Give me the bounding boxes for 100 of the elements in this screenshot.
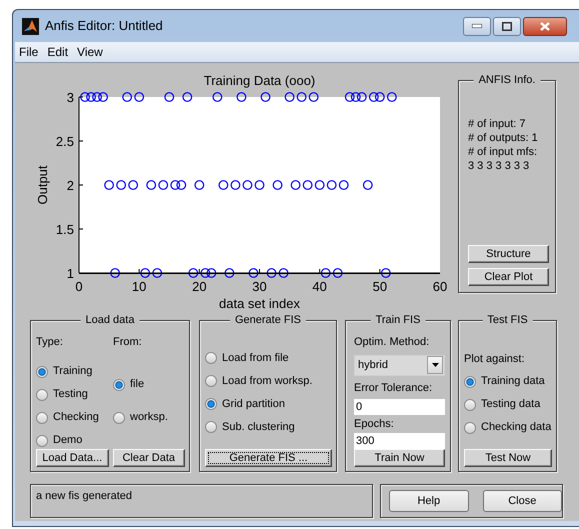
info-line: # of input mfs: [468, 145, 538, 159]
tick-mark [379, 268, 380, 274]
maximize-icon [502, 22, 512, 30]
data-point [386, 92, 397, 102]
data-point [110, 268, 120, 278]
data-point [116, 180, 126, 190]
radio-button[interactable] [464, 398, 476, 410]
data-point [98, 92, 108, 102]
data-point [212, 92, 222, 102]
clear-plot-button[interactable]: Clear Plot [468, 268, 549, 286]
radio-label[interactable]: Grid partition [222, 396, 285, 412]
data-point [308, 92, 319, 102]
tick-mark [138, 268, 140, 274]
data-point [320, 268, 331, 278]
axis-label: Output [35, 165, 50, 205]
clear-data-button[interactable]: Clear Data [112, 449, 185, 467]
field-label: Plot against: [464, 352, 526, 367]
data-point [176, 180, 186, 190]
data-point [374, 92, 385, 102]
generate-fis-button[interactable]: Generate FIS ... [205, 449, 332, 467]
load-data-button[interactable]: Load Data... [36, 449, 108, 467]
radio-label[interactable]: Training [53, 363, 92, 380]
tick-mark [259, 268, 260, 274]
data-point [248, 268, 258, 278]
data-point [272, 180, 282, 190]
data-point [284, 92, 294, 102]
tick-label: 0 [75, 279, 83, 294]
train-now-button[interactable]: Train Now [354, 449, 445, 468]
minimize-button[interactable] [463, 16, 491, 36]
minimize-icon [472, 24, 482, 28]
tick-label: 20 [192, 279, 207, 294]
menu-item[interactable]: File [19, 43, 38, 61]
tick-mark [319, 268, 320, 274]
field-label: Type: [36, 335, 64, 350]
radio-button[interactable] [205, 375, 217, 387]
menu-item[interactable]: Edit [47, 43, 68, 61]
window-title: Anfis Editor: Untitled [45, 17, 163, 36]
radio-label[interactable]: Checking data [481, 419, 552, 436]
data-point [92, 92, 102, 102]
field-label: Error Tolerance: [354, 381, 434, 396]
data-point [254, 180, 264, 190]
data-point [170, 180, 180, 190]
close-button[interactable]: Close [482, 490, 562, 512]
tick-label: 1.5 [56, 222, 74, 237]
radio-button[interactable] [464, 376, 476, 388]
radio-label[interactable]: file [130, 376, 144, 393]
radio-label[interactable]: Testing [53, 386, 88, 403]
close-button[interactable] [523, 16, 567, 36]
radio-label[interactable]: Demo [53, 432, 82, 449]
data-point [260, 92, 270, 102]
field-label: Optim. Method: [354, 335, 430, 350]
info-line: 3 3 3 3 3 3 3 [468, 159, 530, 173]
maximize-button[interactable] [493, 16, 521, 36]
radio-button[interactable] [205, 352, 217, 364]
info-line: # of input: 7 [468, 117, 526, 131]
menu-item[interactable]: View [77, 43, 103, 61]
help-button[interactable]: Help [389, 490, 468, 512]
data-point [146, 180, 156, 190]
radio-label[interactable]: Checking [53, 409, 99, 426]
data-point [380, 268, 391, 278]
tick-label: 3 [66, 90, 74, 105]
data-point [140, 268, 150, 278]
caret-icon [432, 363, 438, 368]
test-now-button[interactable]: Test Now [464, 449, 552, 467]
radio-button[interactable] [36, 434, 48, 446]
method-dropdown[interactable]: hybrid [354, 354, 445, 376]
data-point [122, 92, 132, 102]
tick-label: 50 [372, 279, 388, 294]
radio-label[interactable]: worksp. [130, 409, 168, 426]
data-point [128, 180, 138, 190]
data-point [188, 268, 198, 278]
radio-button[interactable] [113, 378, 125, 390]
radio-button[interactable] [36, 388, 48, 400]
structure-button[interactable]: Structure [468, 245, 549, 263]
data-point [164, 92, 174, 102]
data-point [86, 92, 96, 102]
app-logo-icon [22, 18, 39, 34]
data-point [266, 268, 276, 278]
tolerance-field[interactable]: 0 [354, 398, 445, 416]
data-point [242, 180, 252, 190]
field-label: Epochs: [354, 417, 395, 432]
radio-label[interactable]: Testing data [481, 396, 540, 413]
radio-button[interactable] [205, 398, 217, 410]
data-point [134, 92, 144, 102]
data-point [194, 180, 204, 190]
radio-button[interactable] [113, 412, 125, 424]
radio-label[interactable]: Sub. clustering [222, 418, 295, 436]
radio-button[interactable] [36, 366, 48, 378]
data-point [104, 180, 114, 190]
data-point [224, 268, 234, 278]
epochs-field[interactable]: 300 [354, 432, 445, 450]
tick-label: 2 [66, 178, 74, 193]
radio-button[interactable] [36, 412, 48, 424]
radio-button[interactable] [464, 422, 476, 434]
data-point [332, 268, 343, 278]
radio-label[interactable]: Load from worksp. [222, 372, 312, 390]
radio-label[interactable]: Training data [481, 373, 545, 390]
data-point [152, 268, 162, 278]
radio-label[interactable]: Load from file [222, 350, 289, 366]
radio-button[interactable] [205, 421, 217, 433]
